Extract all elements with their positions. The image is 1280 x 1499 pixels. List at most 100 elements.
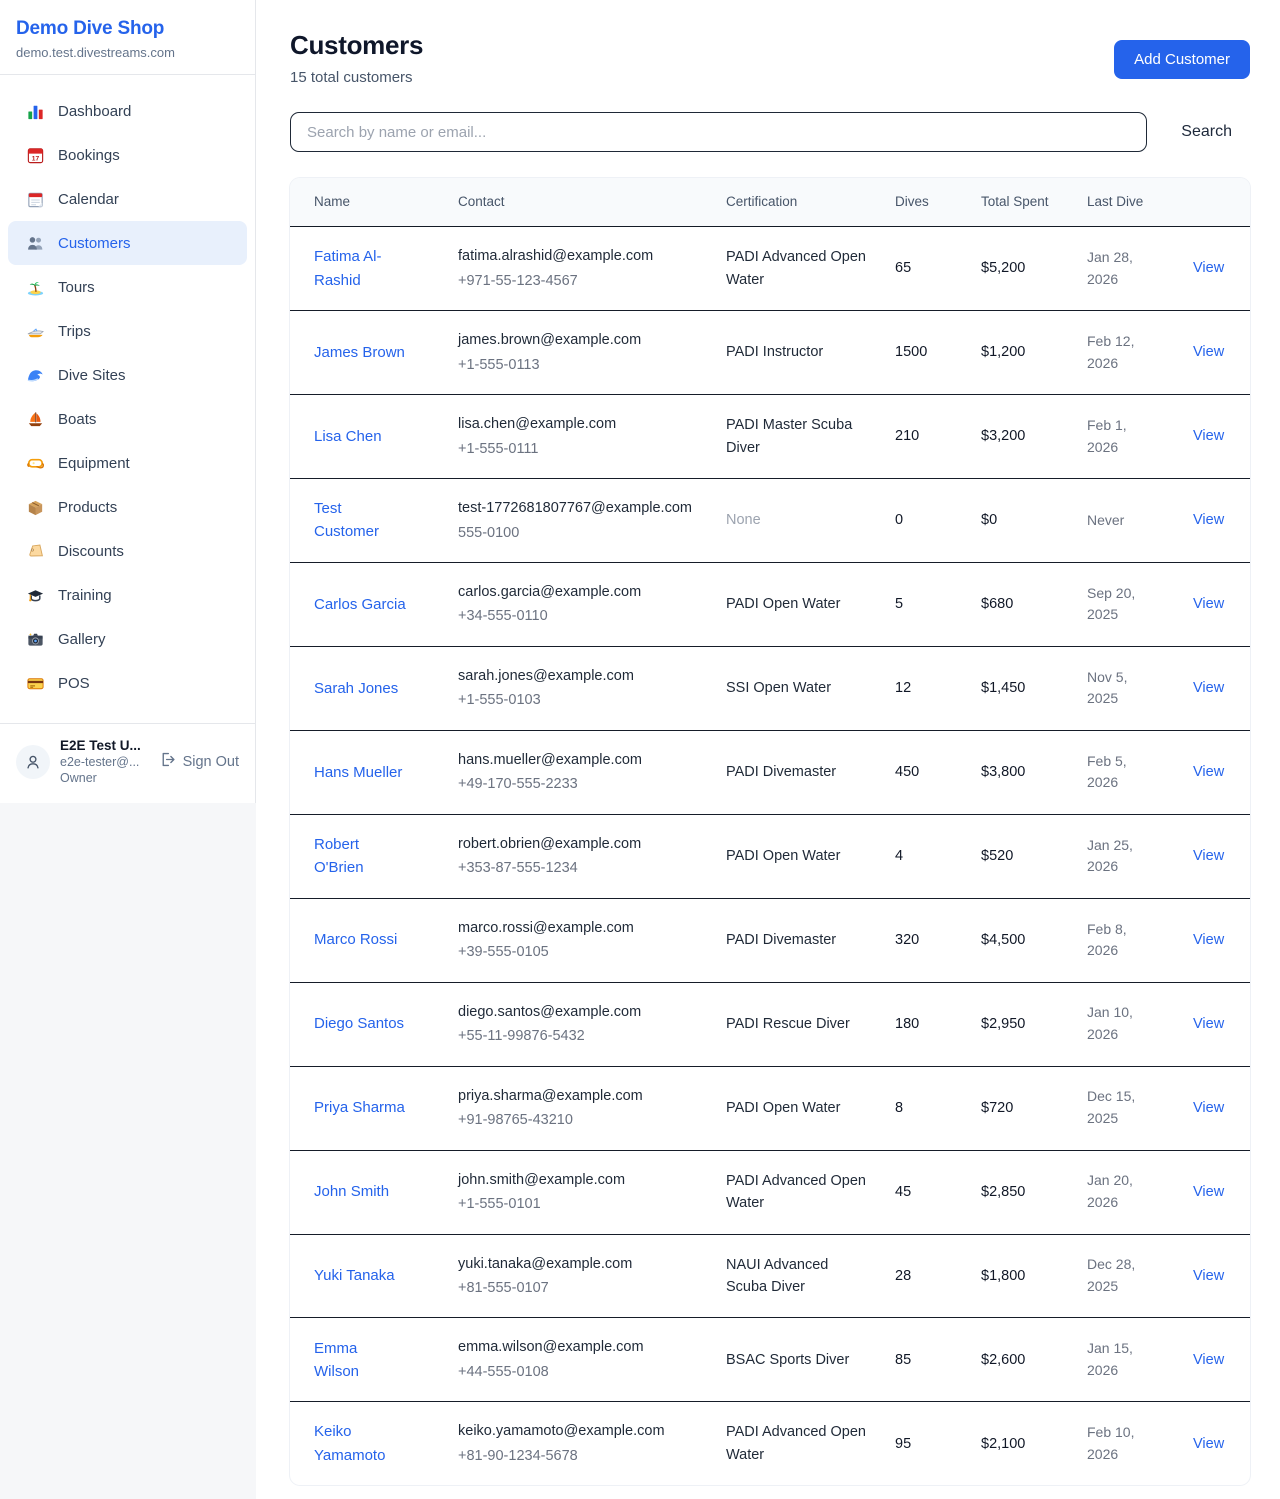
customer-name-link[interactable]: Lisa Chen [314,425,382,448]
view-customer-link[interactable]: View [1193,1100,1224,1116]
customer-phone: +34-555-0110 [458,605,698,627]
customer-name-link[interactable]: Test Customer [314,497,406,544]
search-input[interactable] [290,112,1147,152]
user-email: e2e-tester@... [60,755,149,769]
customer-last-dive: Jan 15, 2026 [1087,1338,1155,1381]
column-header-last-dive: Last Dive [1087,178,1193,227]
customer-name-link[interactable]: Yuki Tanaka [314,1264,395,1287]
speedboat-icon [26,322,45,341]
sign-out-button[interactable]: Sign Out [159,751,239,772]
customer-name-link[interactable]: Fatima Al-Rashid [314,245,406,292]
view-customer-link[interactable]: View [1193,1016,1224,1032]
sidebar-item-calendar[interactable]: Calendar [8,177,247,221]
add-customer-button[interactable]: Add Customer [1114,40,1250,79]
customer-total-spent: $520 [981,845,1049,867]
customer-name-link[interactable]: Marco Rossi [314,928,397,951]
customer-name-link[interactable]: Keiko Yamamoto [314,1420,406,1467]
sidebar-item-discounts[interactable]: Discounts [8,529,247,573]
person-icon [24,753,42,771]
table-row: Lisa Chenlisa.chen@example.com+1-555-011… [290,395,1250,479]
sidebar-item-gallery[interactable]: Gallery [8,617,247,661]
search-button[interactable]: Search [1175,115,1238,149]
sidebar-item-dive-sites[interactable]: Dive Sites [8,353,247,397]
column-header-dives: Dives [895,178,981,227]
sidebar-item-tours[interactable]: Tours [8,265,247,309]
customer-phone: +81-555-0107 [458,1277,698,1299]
sidebar-item-boats[interactable]: Boats [8,397,247,441]
view-customer-link[interactable]: View [1193,512,1224,528]
customer-last-dive: Jan 20, 2026 [1087,1170,1155,1213]
customer-name-link[interactable]: John Smith [314,1180,389,1203]
sidebar-item-trips[interactable]: Trips [8,309,247,353]
customer-phone: +971-55-123-4567 [458,270,698,292]
view-customer-link[interactable]: View [1193,344,1224,360]
table-row: Hans Muellerhans.mueller@example.com+49-… [290,730,1250,814]
sidebar-item-label: Dive Sites [58,367,126,384]
table-row: Robert O'Brienrobert.obrien@example.com+… [290,814,1250,898]
customer-certification: PADI Divemaster [726,761,871,783]
customers-icon [26,234,45,253]
search-row: Search [290,112,1250,152]
sidebar-item-label: Trips [58,323,91,340]
customer-total-spent: $1,200 [981,341,1049,363]
customer-total-spent: $2,950 [981,1013,1049,1035]
sidebar-item-products[interactable]: Products [8,485,247,529]
view-customer-link[interactable]: View [1193,680,1224,696]
sidebar-item-customers[interactable]: Customers [8,221,247,265]
view-customer-link[interactable]: View [1193,764,1224,780]
wave-icon [26,366,45,385]
customer-total-spent: $680 [981,593,1049,615]
view-customer-link[interactable]: View [1193,1184,1224,1200]
dive-mask-icon [26,454,45,473]
table-row: Emma Wilsonemma.wilson@example.com+44-55… [290,1318,1250,1402]
customer-last-dive: Dec 15, 2025 [1087,1086,1155,1129]
view-customer-link[interactable]: View [1193,1352,1224,1368]
customer-phone: +44-555-0108 [458,1361,698,1383]
view-customer-link[interactable]: View [1193,1436,1224,1452]
customer-name-link[interactable]: James Brown [314,341,405,364]
customer-dives: 1500 [895,341,943,363]
sidebar-item-label: Products [58,499,117,516]
customer-email: marco.rossi@example.com [458,917,698,939]
sidebar-item-equipment[interactable]: Equipment [8,441,247,485]
customer-name-link[interactable]: Hans Mueller [314,761,402,784]
customer-total-spent: $3,800 [981,761,1049,783]
customer-name-link[interactable]: Carlos Garcia [314,593,406,616]
sign-out-label: Sign Out [183,754,239,770]
sidebar-item-training[interactable]: Training [8,573,247,617]
customer-email: carlos.garcia@example.com [458,581,698,603]
customer-total-spent: $3,200 [981,425,1049,447]
sidebar-item-label: Gallery [58,631,106,648]
customer-name-link[interactable]: Priya Sharma [314,1096,405,1119]
customer-email: james.brown@example.com [458,329,698,351]
customer-dives: 45 [895,1181,943,1203]
customer-phone: +1-555-0113 [458,354,698,376]
customer-certification: NAUI Advanced Scuba Diver [726,1254,871,1299]
view-customer-link[interactable]: View [1193,260,1224,276]
column-header-actions [1193,178,1250,227]
customer-name-link[interactable]: Sarah Jones [314,677,398,700]
customer-name-link[interactable]: Robert O'Brien [314,833,406,880]
customer-name-link[interactable]: Emma Wilson [314,1337,406,1384]
customer-dives: 12 [895,677,943,699]
view-customer-link[interactable]: View [1193,1268,1224,1284]
view-customer-link[interactable]: View [1193,428,1224,444]
sidebar-item-bookings[interactable]: 17Bookings [8,133,247,177]
customer-dives: 65 [895,257,943,279]
customer-dives: 5 [895,593,943,615]
view-customer-link[interactable]: View [1193,932,1224,948]
sidebar-item-dashboard[interactable]: Dashboard [8,89,247,133]
customer-dives: 28 [895,1265,943,1287]
sidebar-item-pos[interactable]: POS [8,661,247,705]
sidebar-item-label: Dashboard [58,103,131,120]
customer-dives: 450 [895,761,943,783]
sidebar-item-label: Tours [58,279,95,296]
sidebar-item-label: Equipment [58,455,130,472]
customer-last-dive: Feb 5, 2026 [1087,751,1155,794]
package-icon [26,498,45,517]
logout-icon [159,751,176,772]
customer-name-link[interactable]: Diego Santos [314,1012,404,1035]
view-customer-link[interactable]: View [1193,596,1224,612]
view-customer-link[interactable]: View [1193,848,1224,864]
table-row: Diego Santosdiego.santos@example.com+55-… [290,982,1250,1066]
